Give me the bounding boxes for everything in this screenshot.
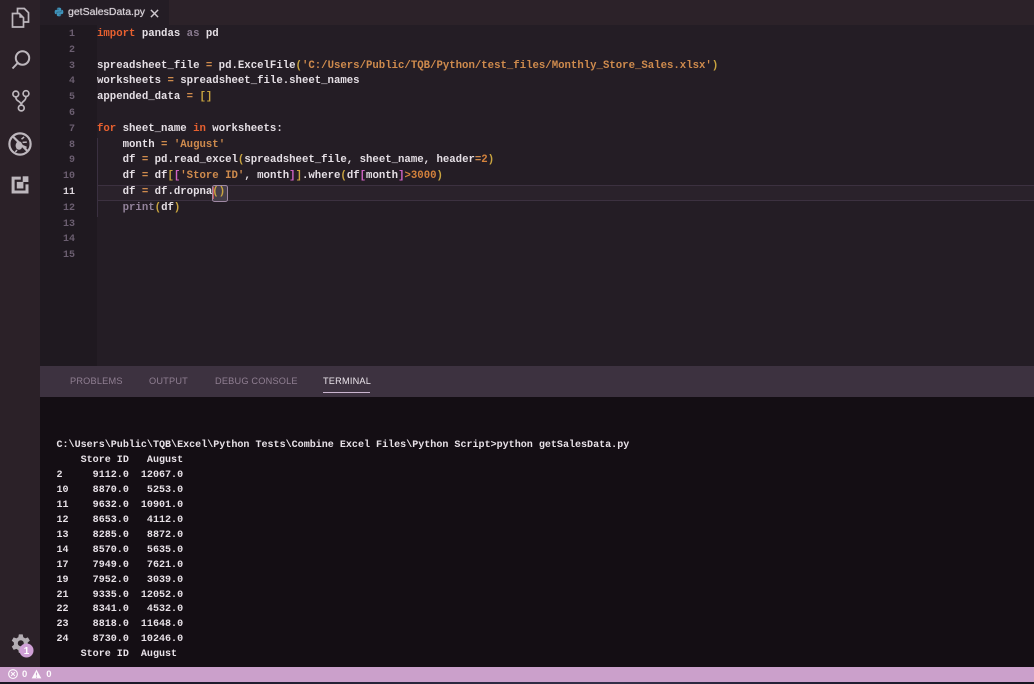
svg-text:1: 1	[24, 646, 30, 657]
